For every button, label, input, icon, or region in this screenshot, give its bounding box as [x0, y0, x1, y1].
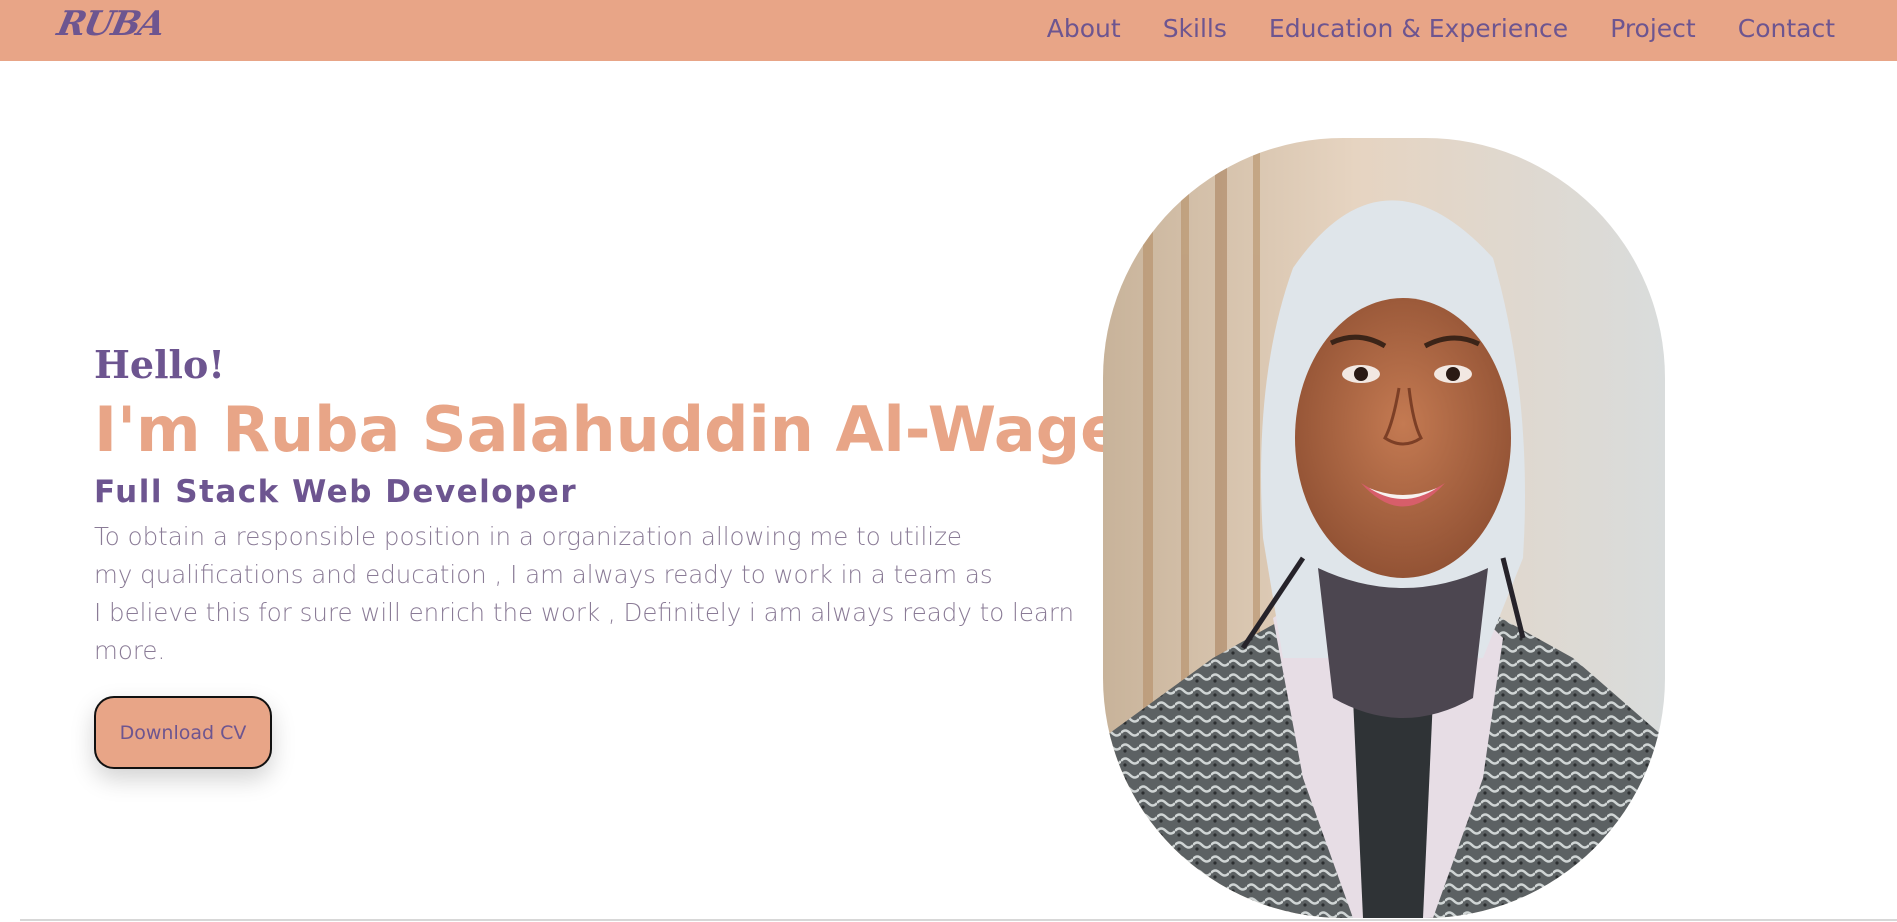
- navbar: RUBA About Skills Education & Experience…: [0, 0, 1897, 61]
- nav-menu: About Skills Education & Experience Proj…: [1005, 14, 1835, 43]
- nav-link-contact[interactable]: Contact: [1738, 14, 1835, 43]
- objective-paragraph: To obtain a responsible position in a or…: [94, 518, 1075, 670]
- profile-photo-illustration: [1103, 138, 1665, 918]
- nav-link-project[interactable]: Project: [1610, 14, 1696, 43]
- objective-line: To obtain a responsible position in a or…: [94, 522, 963, 551]
- nav-link-education-experience[interactable]: Education & Experience: [1269, 14, 1568, 43]
- objective-line: more.: [94, 636, 166, 665]
- hero-intro: Hello! I'm Ruba Salahuddin Al-Wageei Ful…: [94, 340, 1186, 769]
- page-divider: [20, 919, 1897, 921]
- greeting-text: Hello!: [94, 342, 225, 387]
- nav-link-about[interactable]: About: [1047, 14, 1121, 43]
- hero-name-heading: I'm Ruba Salahuddin Al-Wageei: [94, 393, 1186, 466]
- download-cv-button[interactable]: Download CV: [94, 696, 272, 769]
- role-subtitle: Full Stack Web Developer: [94, 474, 578, 510]
- nav-link-skills[interactable]: Skills: [1163, 14, 1227, 43]
- objective-line: I believe this for sure will enrich the …: [94, 598, 1075, 627]
- objective-line: my qualifications and education , I am a…: [94, 560, 993, 589]
- profile-photo: [1103, 138, 1665, 918]
- site-logo[interactable]: RUBA: [54, 4, 168, 44]
